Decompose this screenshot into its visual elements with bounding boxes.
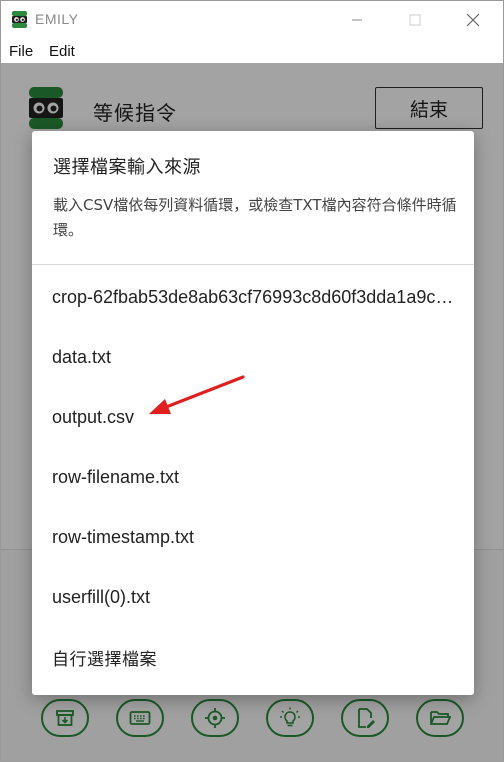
minimize-icon (352, 19, 362, 21)
app-window: EMILY File Edit 等候指令 結束 選擇檔案輸入來源 載入CSV檔依… (0, 0, 504, 762)
file-item-label: row-timestamp.txt (52, 526, 195, 547)
file-item[interactable]: output.csv (32, 387, 474, 447)
window-title: EMILY (35, 11, 79, 27)
dialog-title: 選擇檔案輸入來源 (53, 157, 201, 178)
file-source-dialog: 選擇檔案輸入來源 載入CSV檔依每列資料循環，或檢查TXT檔內容符合條件時循環。… (32, 131, 474, 695)
menu-bar: File Edit (1, 39, 503, 63)
file-item-label: userfill(0).txt (52, 586, 151, 607)
maximize-icon (409, 14, 421, 26)
dialog-divider (32, 264, 474, 265)
choose-file-label: 自行選擇檔案 (52, 649, 157, 670)
file-item[interactable]: row-timestamp.txt (32, 507, 474, 567)
file-item-label: row-filename.txt (52, 466, 180, 487)
file-item-label: output.csv (52, 406, 135, 427)
file-item-label: data.txt (52, 346, 112, 367)
file-item[interactable]: row-filename.txt (32, 447, 474, 507)
minimize-button[interactable] (329, 1, 385, 39)
file-item[interactable]: data.txt (32, 327, 474, 387)
dialog-description: 載入CSV檔依每列資料循環，或檢查TXT檔內容符合條件時循環。 (53, 196, 457, 239)
close-button[interactable] (445, 1, 501, 39)
close-icon (466, 13, 480, 27)
file-item-label: crop-62fbab53de8ab63cf76993c8d60f3dda1a9… (52, 286, 456, 307)
menu-edit[interactable]: Edit (49, 43, 75, 60)
choose-file-item[interactable]: 自行選擇檔案 (32, 627, 474, 687)
app-logo-icon (12, 11, 27, 28)
file-item[interactable]: userfill(0).txt (32, 567, 474, 627)
title-bar[interactable]: EMILY (1, 1, 503, 39)
annotation-arrow-icon (149, 375, 245, 414)
menu-file[interactable]: File (9, 43, 33, 60)
maximize-button[interactable] (387, 1, 443, 39)
file-item[interactable]: crop-62fbab53de8ab63cf76993c8d60f3dda1a9… (32, 267, 474, 327)
